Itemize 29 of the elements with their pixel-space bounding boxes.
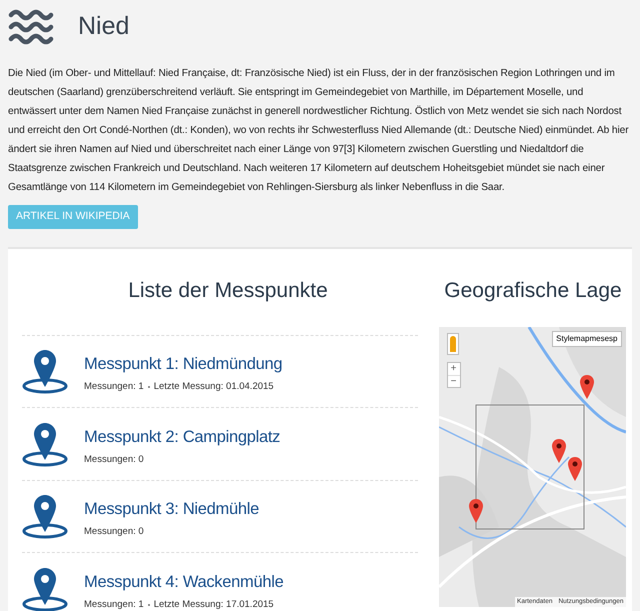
measuring-point-row[interactable]: Messpunkt 1: Niedmündung Messungen: 1 Letzte Messung: 01.04.2015 xyxy=(22,334,418,407)
map-heading: Geografische Lage xyxy=(443,278,622,304)
measuring-point-title[interactable]: Messpunkt 3: Niedmühle xyxy=(84,497,259,522)
measuring-point-title[interactable]: Messpunkt 4: Wackenmühle xyxy=(84,570,284,594)
waves-icon xyxy=(8,9,54,45)
zoom-out-button[interactable]: − xyxy=(448,374,460,386)
measuring-point-row[interactable]: Messpunkt 2: Campingplatz Messungen: 0 xyxy=(22,407,418,480)
measuring-point-title[interactable]: Messpunkt 2: Campingplatz xyxy=(84,424,280,450)
list-heading: Liste der Messpunkte xyxy=(127,278,329,304)
page-title: Nied xyxy=(78,11,130,42)
zoom-in-button[interactable]: + xyxy=(448,362,460,374)
measuring-point-title[interactable]: Messpunkt 1: Niedmündung xyxy=(84,352,282,377)
map-pin-icon[interactable] xyxy=(568,456,582,480)
last-measurement: Letzte Messung: 01.04.2015 xyxy=(154,380,274,394)
measuring-point-row[interactable]: Messpunkt 3: Niedmühle Messungen: 0 xyxy=(22,480,418,552)
last-measurement: Letzte Messung: 17.01.2015 xyxy=(154,598,274,611)
map-marker-icon xyxy=(22,420,68,467)
map-marker-icon xyxy=(22,348,68,394)
measurement-count: Messungen: 1 xyxy=(84,380,144,394)
map-pin-icon[interactable] xyxy=(552,438,566,462)
map-pin-icon[interactable] xyxy=(468,498,482,522)
measuring-point-row[interactable]: Messpunkt 4: Wackenmühle Messungen: 1 Letzte Messung: 17.01.2015 xyxy=(22,552,418,611)
measurement-count: Messungen: 0 xyxy=(84,525,144,539)
measurement-count: Messungen: 1 xyxy=(84,598,144,611)
map-marker-icon xyxy=(22,493,68,540)
measurement-count: Messungen: 0 xyxy=(84,452,144,466)
map-pin-icon[interactable] xyxy=(580,374,594,398)
river-description: Die Nied (im Ober- und Mittellauf: Nied Française, dt: Französische Nied) ist ein Fluss, der in der französischen Region Lothringen und im deutschen (Saarland) grenzüberschreitend verläuft. Sie entspringt im Gemeindegebiet von Marthille, im Département Moselle, und entwässert unter dem Namen Nied Française zunächst in generell nordwestlicher Richtung. Östlich von Metz wendet sie sich nach Nordost und erreicht den Ort Condé-Northen (dt.: Konden), wo von rechts ihr Schwesterfluss Nied Allemande (dt.: Deutsche Nied) einmündet. Ab hier ändert sie ihren Namen auf Nied und überschreitet nach einer Länge von 97[3] Kilometern zwischen Guerstling und Niedaltdorf die Staatsgrenze zwischen Frankreich und Deutschland. Nach weiteren 17 Kilometern auf deutschem Hoheitsgebiet mündet sie nach einer Gesamtlänge von 114 Kilometern im Gemeindegebiet von Rehlingen-Siersburg als linker Nebenfluss in die Saar. xyxy=(7,67,630,195)
map-layer-button[interactable]: Stylemapmesesp xyxy=(552,330,622,346)
